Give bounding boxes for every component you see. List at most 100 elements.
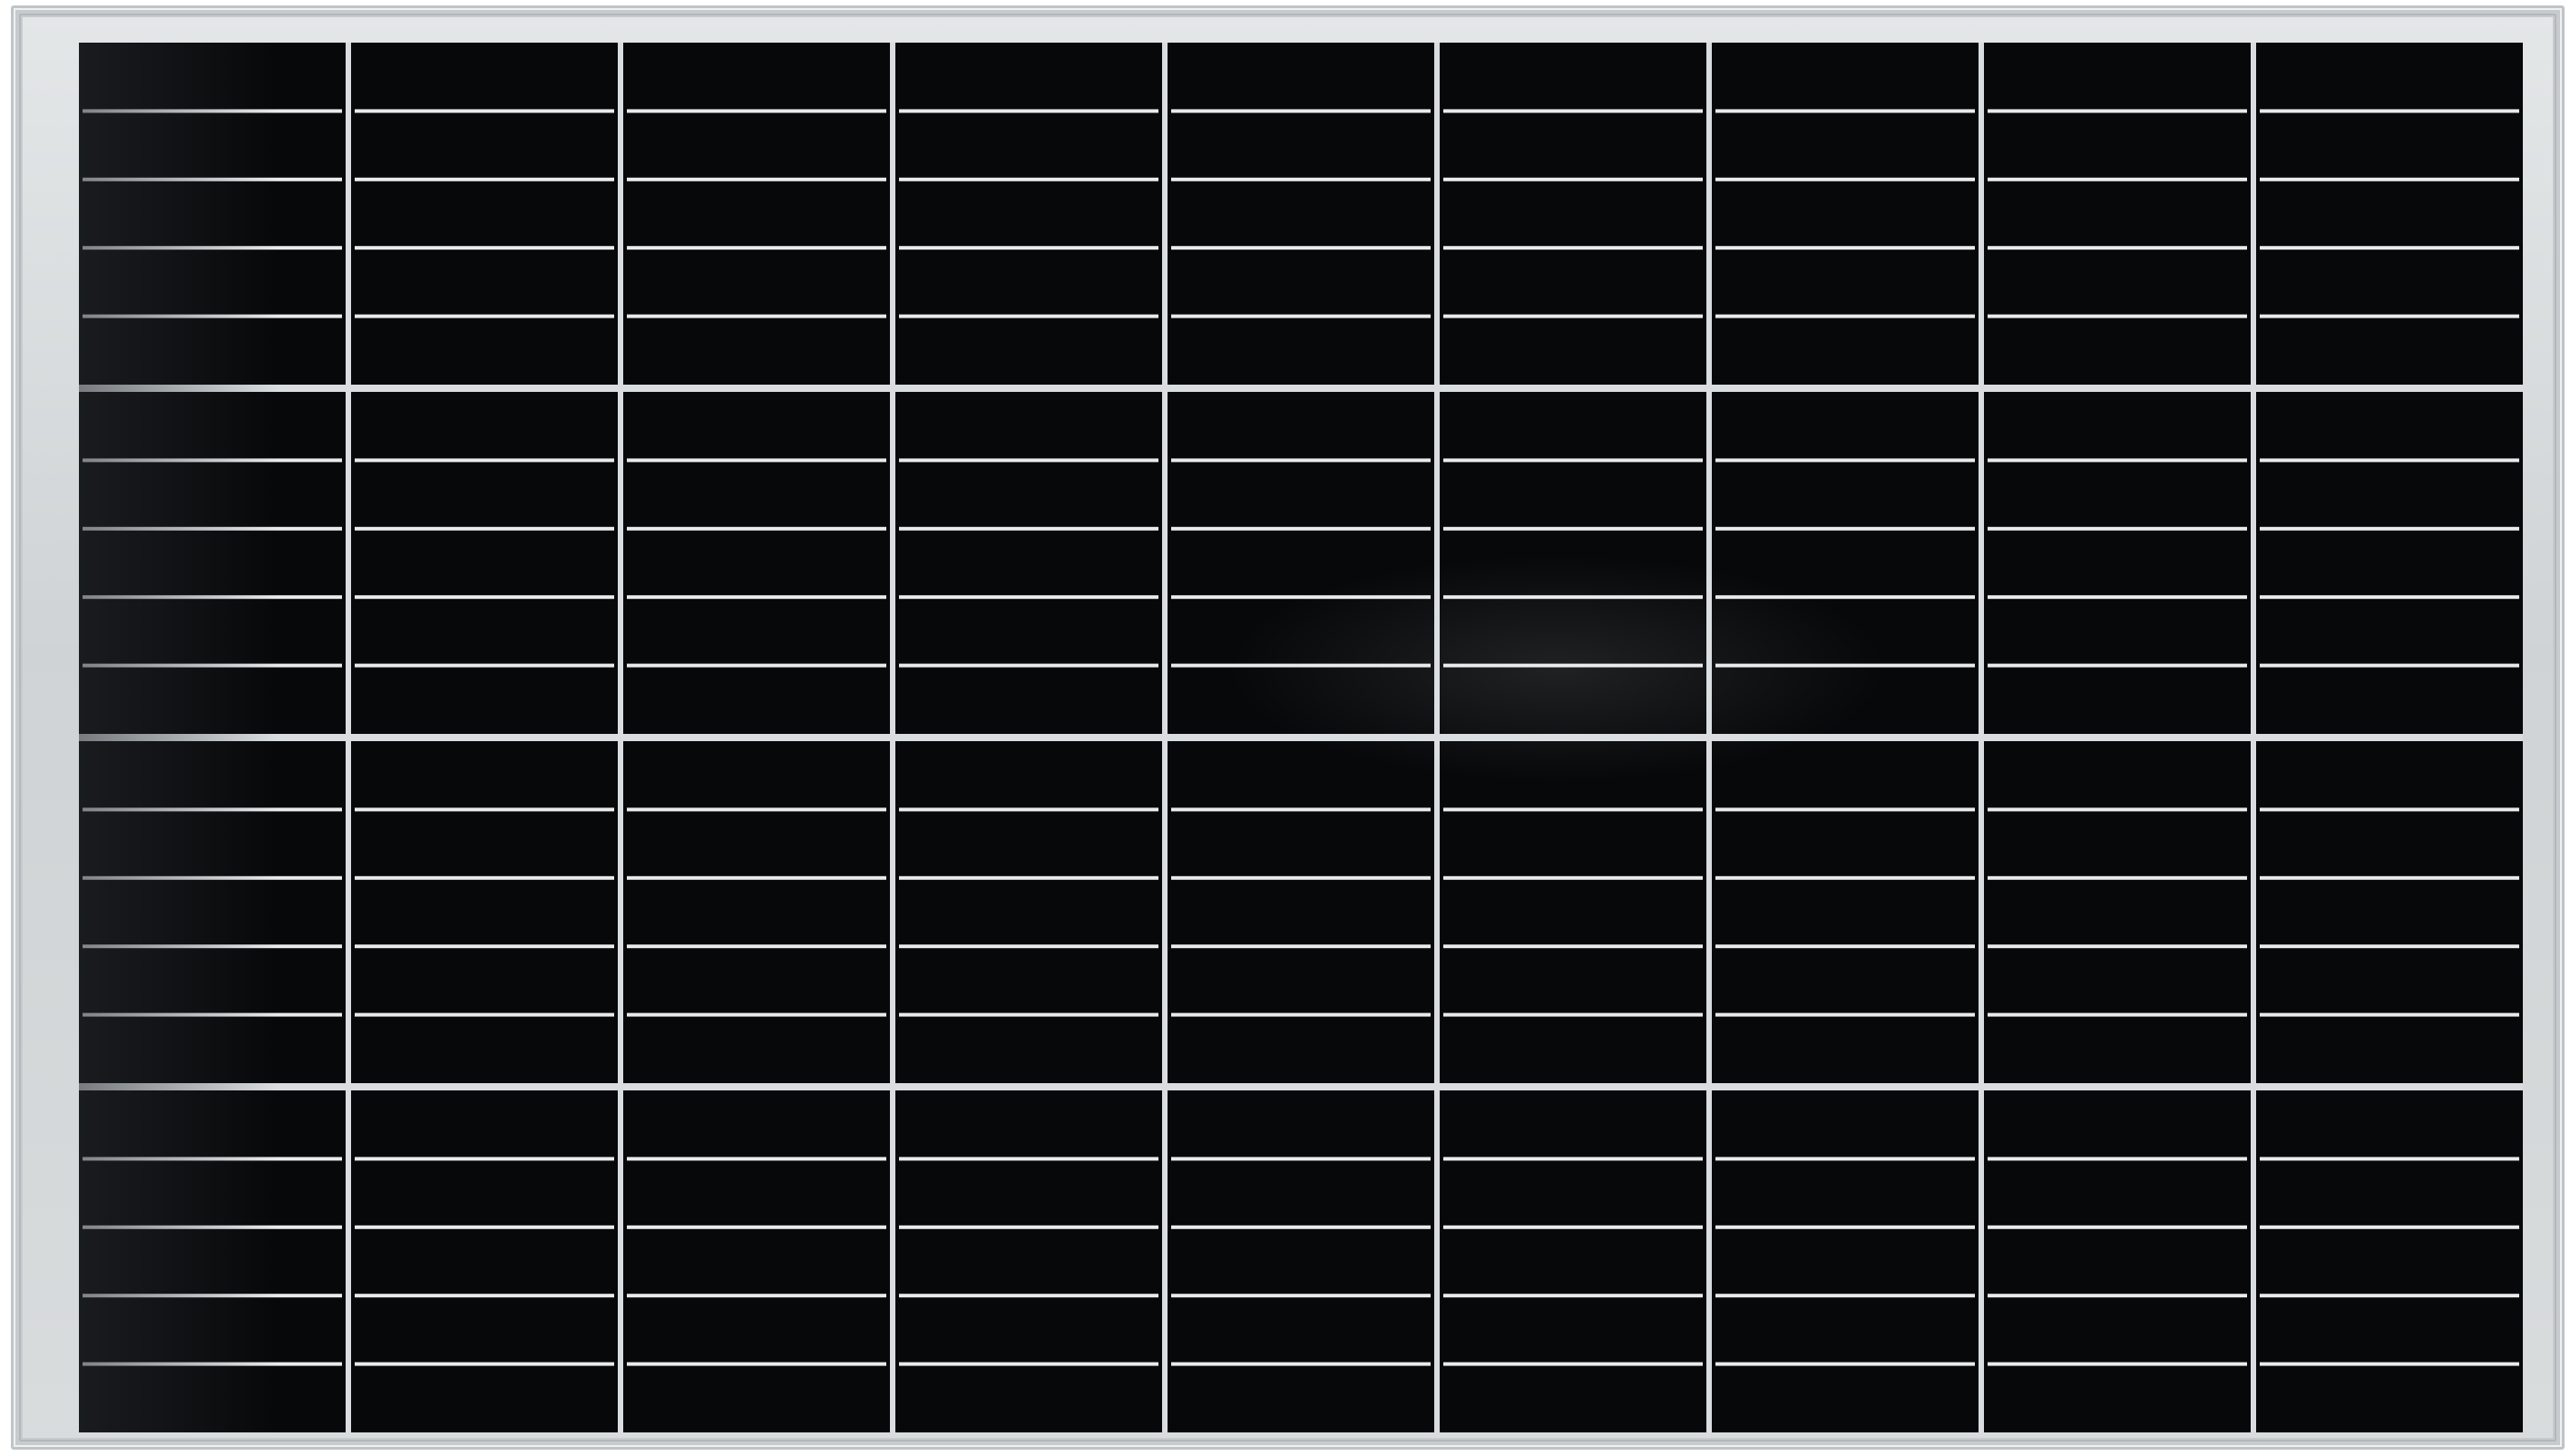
- busbar-line: [899, 177, 1158, 181]
- busbar-line: [627, 177, 886, 181]
- busbar-line: [1715, 526, 1975, 531]
- solar-cell-block: [1168, 392, 1434, 734]
- busbar-line: [627, 1012, 886, 1017]
- busbar-line: [899, 246, 1158, 250]
- solar-cell-block: [79, 43, 346, 385]
- busbar-line: [1443, 1225, 1703, 1229]
- busbar-line: [1988, 663, 2247, 668]
- busbar-line: [1171, 246, 1431, 250]
- busbar-line: [1171, 1012, 1431, 1017]
- busbar-line: [627, 1294, 886, 1298]
- solar-cell-block: [2256, 741, 2523, 1083]
- busbar-line: [627, 944, 886, 949]
- busbar-line: [627, 875, 886, 880]
- solar-cell-block: [1440, 392, 1706, 734]
- busbar-line: [1171, 663, 1431, 668]
- solar-cell-block: [1440, 43, 1706, 385]
- busbar-line: [1443, 595, 1703, 600]
- busbar-line: [2260, 177, 2519, 181]
- busbar-line: [2260, 807, 2519, 812]
- busbar-line: [2260, 663, 2519, 668]
- busbar-line: [355, 1294, 614, 1298]
- busbar-line: [899, 1012, 1158, 1017]
- solar-cell-block: [1984, 43, 2251, 385]
- cell-grid: [79, 43, 2523, 1432]
- busbar-line: [355, 109, 614, 113]
- busbar-line: [1443, 807, 1703, 812]
- busbar-line: [1443, 663, 1703, 668]
- busbar-line: [1171, 458, 1431, 463]
- busbar-line: [1171, 875, 1431, 880]
- busbar-line: [899, 458, 1158, 463]
- solar-cell-block: [1712, 741, 1979, 1083]
- busbar-line: [1988, 177, 2247, 181]
- solar-cell-block: [1984, 392, 2251, 734]
- busbar-line: [355, 807, 614, 812]
- cell-array: [79, 43, 2523, 1432]
- busbar-line: [2260, 1362, 2519, 1366]
- busbar-line: [83, 1157, 342, 1161]
- busbar-line: [83, 807, 342, 812]
- busbar-line: [627, 109, 886, 113]
- solar-panel-photo: [0, 0, 2570, 1456]
- busbar-line: [1988, 1225, 2247, 1229]
- busbar-line: [2260, 1225, 2519, 1229]
- busbar-line: [1171, 1294, 1431, 1298]
- busbar-line: [83, 109, 342, 113]
- busbar-line: [355, 663, 614, 668]
- busbar-line: [1715, 944, 1975, 949]
- busbar-line: [627, 458, 886, 463]
- busbar-line: [1443, 1012, 1703, 1017]
- busbar-line: [83, 246, 342, 250]
- busbar-line: [2260, 246, 2519, 250]
- busbar-line: [355, 246, 614, 250]
- busbar-line: [1715, 109, 1975, 113]
- solar-cell-block: [1712, 43, 1979, 385]
- busbar-line: [355, 944, 614, 949]
- busbar-line: [355, 875, 614, 880]
- busbar-line: [1171, 1362, 1431, 1366]
- solar-cell-block: [79, 741, 346, 1083]
- busbar-line: [1988, 458, 2247, 463]
- busbar-line: [899, 1362, 1158, 1366]
- busbar-line: [1171, 1157, 1431, 1161]
- busbar-line: [1988, 1012, 2247, 1017]
- busbar-line: [1171, 314, 1431, 318]
- busbar-line: [1988, 875, 2247, 880]
- busbar-line: [1443, 314, 1703, 318]
- busbar-line: [1715, 177, 1975, 181]
- solar-cell-block: [895, 1090, 1162, 1432]
- solar-cell-block: [1712, 1090, 1979, 1432]
- busbar-line: [83, 595, 342, 600]
- busbar-line: [899, 875, 1158, 880]
- busbar-line: [627, 1362, 886, 1366]
- busbar-line: [1715, 807, 1975, 812]
- solar-cell-block: [79, 392, 346, 734]
- solar-cell-block: [623, 392, 890, 734]
- busbar-line: [1715, 314, 1975, 318]
- busbar-line: [1443, 1294, 1703, 1298]
- busbar-line: [83, 875, 342, 880]
- busbar-line: [1715, 1157, 1975, 1161]
- solar-cell-block: [2256, 43, 2523, 385]
- busbar-line: [1715, 1294, 1975, 1298]
- busbar-line: [83, 1294, 342, 1298]
- busbar-line: [2260, 595, 2519, 600]
- busbar-line: [627, 663, 886, 668]
- busbar-line: [355, 1362, 614, 1366]
- busbar-line: [627, 1225, 886, 1229]
- busbar-line: [355, 1225, 614, 1229]
- solar-cell-block: [623, 43, 890, 385]
- busbar-line: [1988, 807, 2247, 812]
- busbar-line: [627, 807, 886, 812]
- busbar-line: [1171, 944, 1431, 949]
- solar-cell-block: [79, 1090, 346, 1432]
- busbar-line: [2260, 875, 2519, 880]
- busbar-line: [2260, 1012, 2519, 1017]
- busbar-line: [899, 314, 1158, 318]
- busbar-line: [83, 1012, 342, 1017]
- busbar-line: [899, 807, 1158, 812]
- busbar-line: [627, 1157, 886, 1161]
- busbar-line: [899, 1157, 1158, 1161]
- busbar-line: [627, 314, 886, 318]
